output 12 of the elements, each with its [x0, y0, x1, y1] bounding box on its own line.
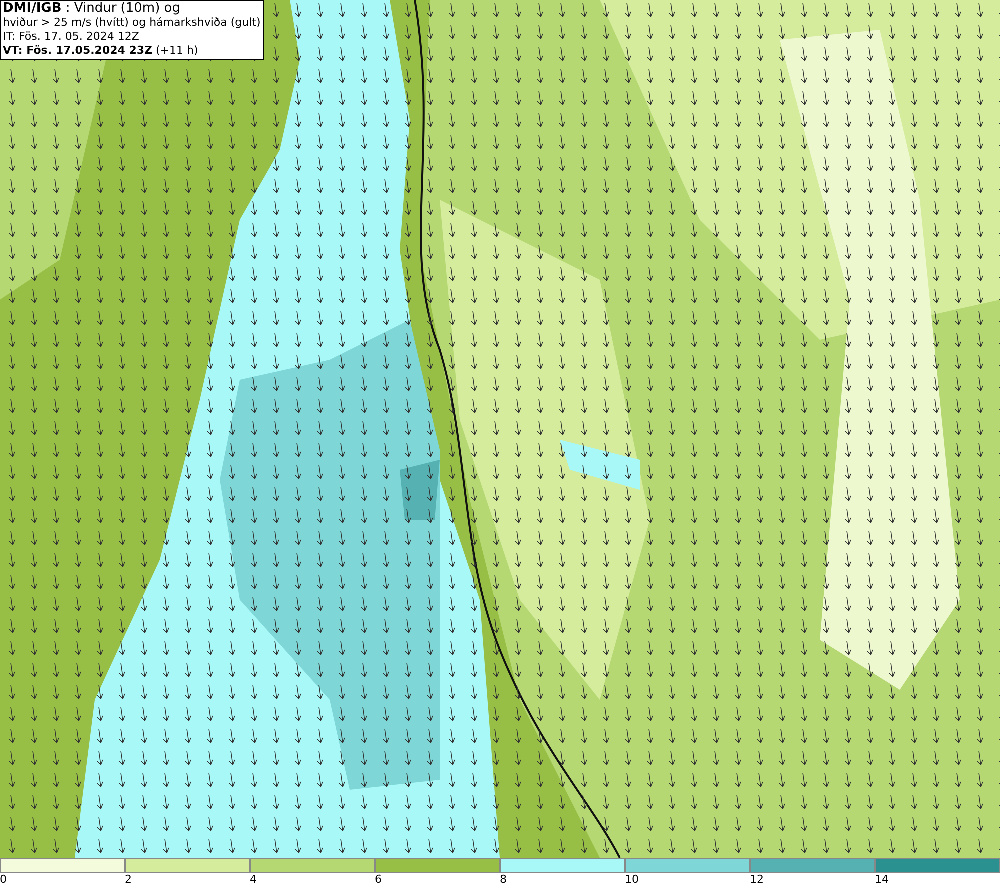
legend-tick-label: 6: [375, 873, 382, 887]
legend-tick-label: 0: [0, 873, 7, 887]
legend-tick-label: 4: [250, 873, 257, 887]
info-text: DMI/IGB : Vindur (10m) og: [3, 2, 182, 16]
info-text: VT: Fös. 17.05.2024 23Z (+11 h): [3, 44, 200, 58]
info-text: IT: Fös. 17. 05. 2024 12Z: [3, 30, 140, 44]
info-text: hviður > 25 m/s (hvítt) og hámarkshviða (gult): [3, 16, 261, 30]
legend-tick-label: 10: [625, 873, 639, 887]
legend-tick-label: 2: [125, 873, 132, 887]
legend-tick-label: 12: [750, 873, 764, 887]
legend-tick-label: 14: [875, 873, 889, 887]
legend-tick-label: 8: [500, 873, 507, 887]
